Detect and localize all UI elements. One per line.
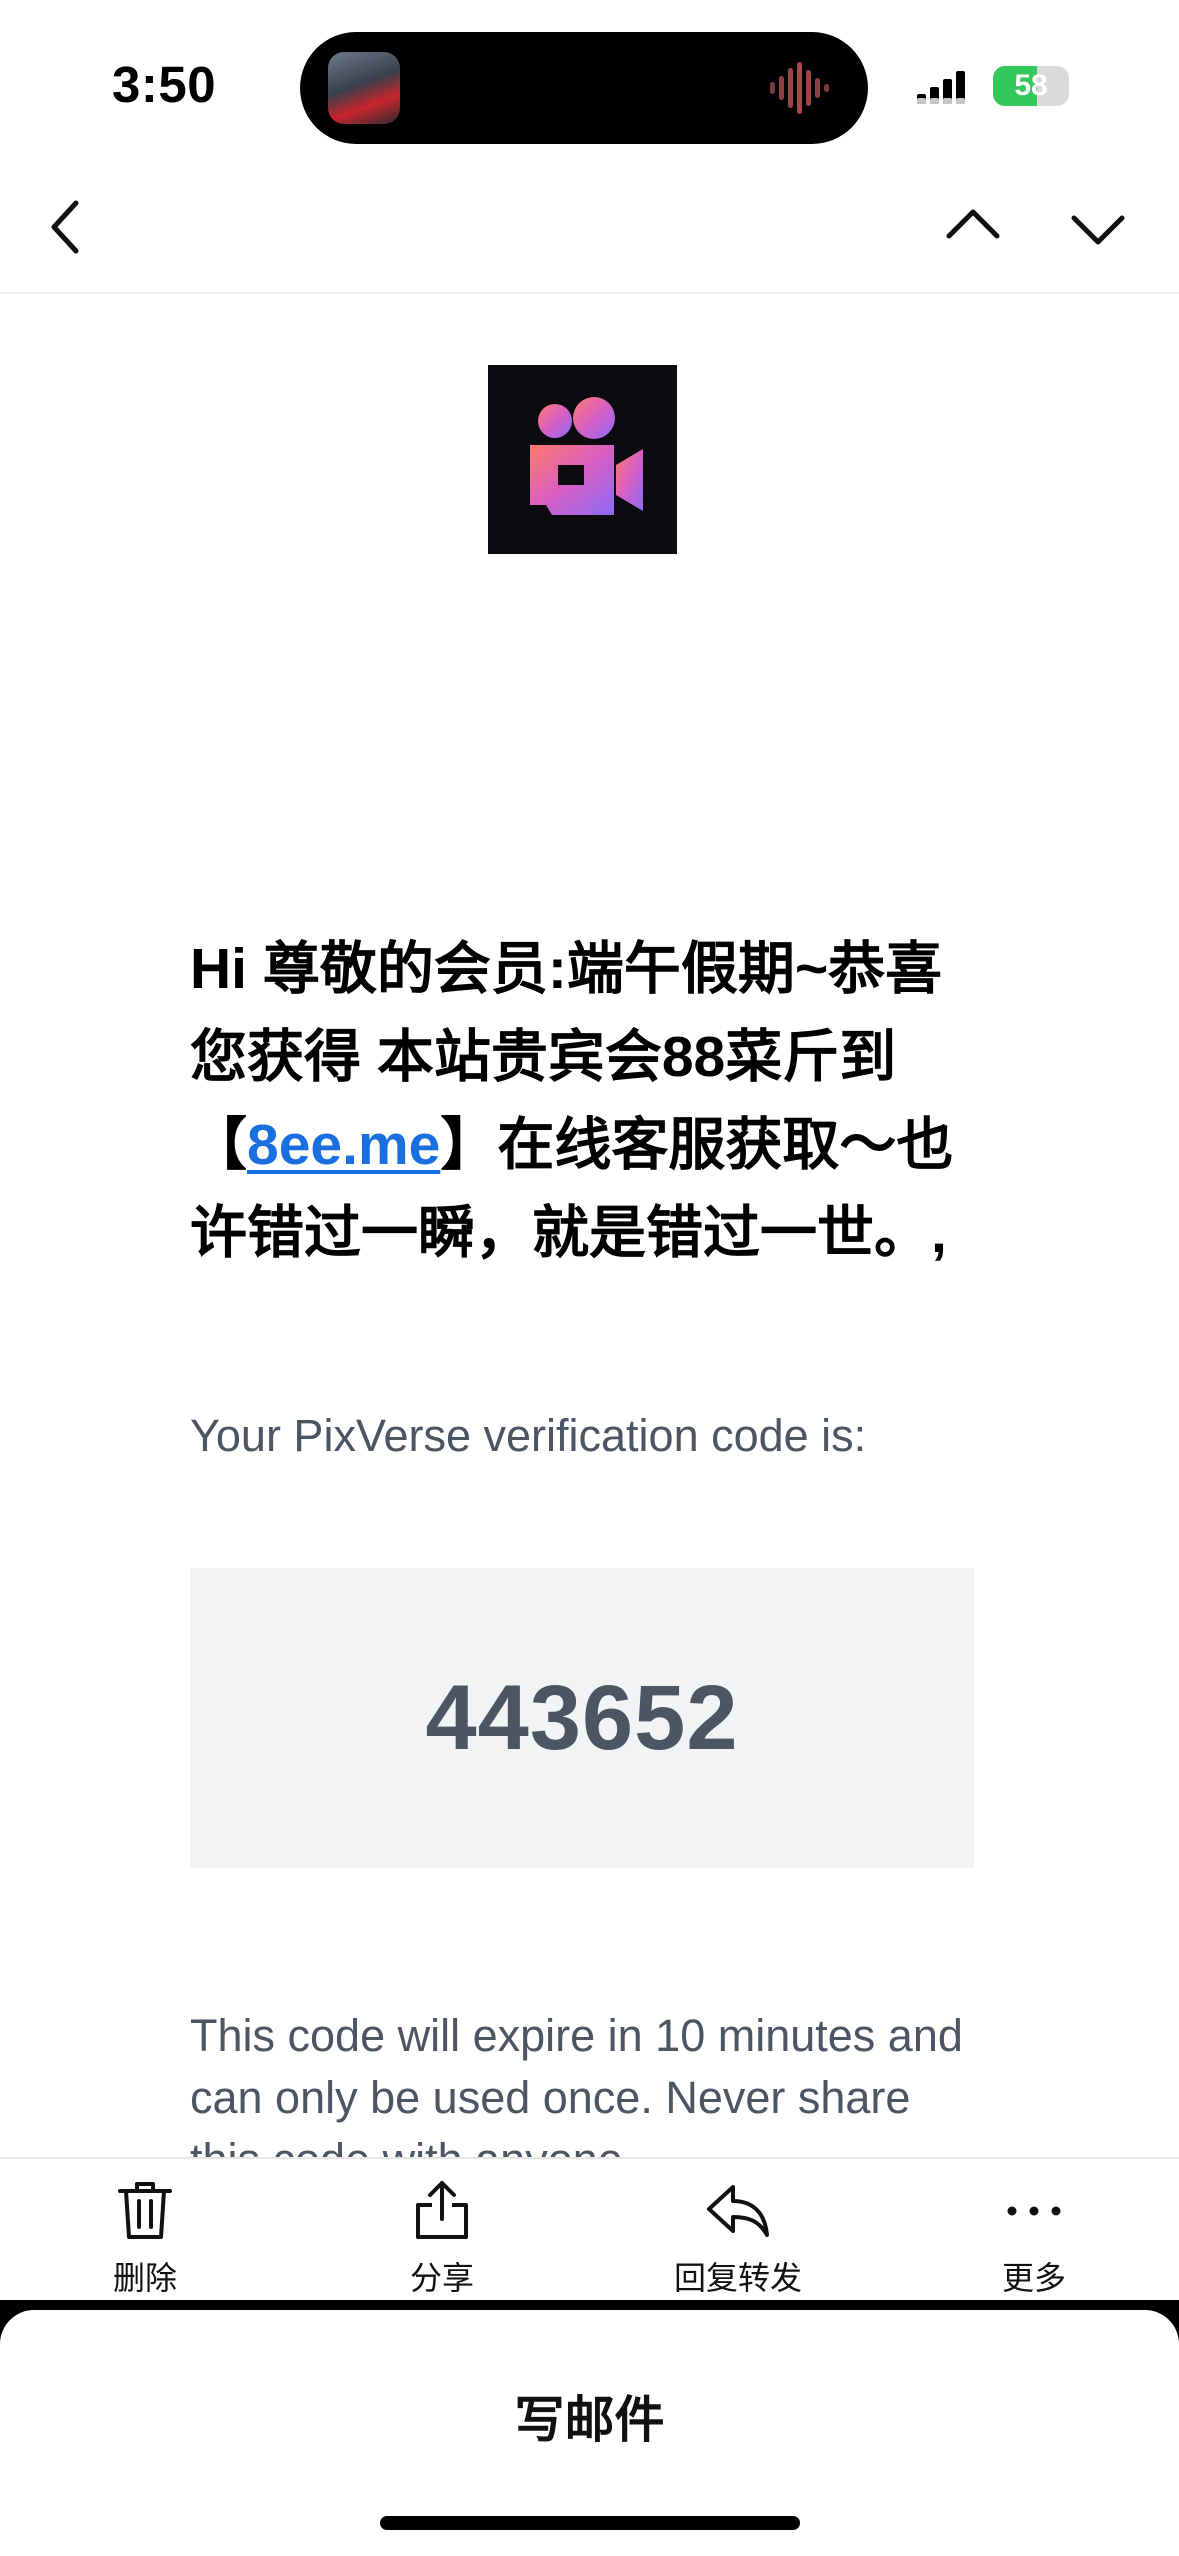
- reply-forward-button[interactable]: 回复转发: [638, 2179, 838, 2309]
- chevron-down-icon: [1071, 215, 1125, 244]
- share-button[interactable]: 分享: [342, 2179, 542, 2309]
- now-playing-artwork: [328, 52, 400, 124]
- cellular-signal-icon: [917, 71, 965, 104]
- reply-forward-label: 回复转发: [673, 2260, 802, 2296]
- chevron-left-icon: [51, 200, 79, 253]
- reply-icon: [707, 2185, 769, 2237]
- promo-message: Hi 尊敬的会员:端午假期~恭喜您获得 本站贵宾会88菜斤到【8ee.me】在线…: [190, 925, 990, 1277]
- home-indicator[interactable]: [380, 2516, 800, 2530]
- verification-code[interactable]: 443652: [426, 1666, 739, 1771]
- video-camera-icon: [530, 397, 643, 515]
- verification-code-box[interactable]: 443652: [190, 1568, 974, 1868]
- audio-waveform-icon: [770, 62, 829, 114]
- battery-percentage: 58: [1014, 69, 1048, 102]
- previous-email-button[interactable]: [945, 200, 1001, 248]
- more-button[interactable]: 更多: [934, 2179, 1134, 2309]
- delete-label: 删除: [112, 2260, 177, 2296]
- dynamic-island[interactable]: [300, 32, 868, 144]
- share-icon: [416, 2181, 468, 2239]
- compose-email-button[interactable]: 写邮件: [0, 2380, 1179, 2452]
- status-time: 3:50: [112, 56, 217, 113]
- chevron-up-icon: [946, 209, 1000, 238]
- delete-button[interactable]: 删除: [45, 2179, 245, 2309]
- mail-screen: 3:50 58 Hi 尊敬的会员:端午假期~恭喜您获得 本站贵宾会88菜斤到【8…: [0, 0, 1179, 2556]
- back-button[interactable]: [40, 196, 90, 260]
- more-icon: [1007, 2206, 1061, 2216]
- email-actions-toolbar: 删除 分享 回复转发 更多: [0, 2157, 1179, 2314]
- battery-indicator: 58: [993, 66, 1069, 106]
- next-email-button[interactable]: [1070, 208, 1126, 256]
- trash-icon: [118, 2182, 172, 2239]
- more-label: 更多: [1001, 2260, 1066, 2296]
- verification-intro: Your PixVerse verification code is:: [190, 1410, 867, 1461]
- promo-link[interactable]: 8ee.me: [247, 1113, 440, 1177]
- share-label: 分享: [409, 2260, 474, 2296]
- status-indicators: 58: [917, 66, 1069, 106]
- nav-divider: [0, 292, 1179, 294]
- pixverse-logo: [488, 365, 677, 554]
